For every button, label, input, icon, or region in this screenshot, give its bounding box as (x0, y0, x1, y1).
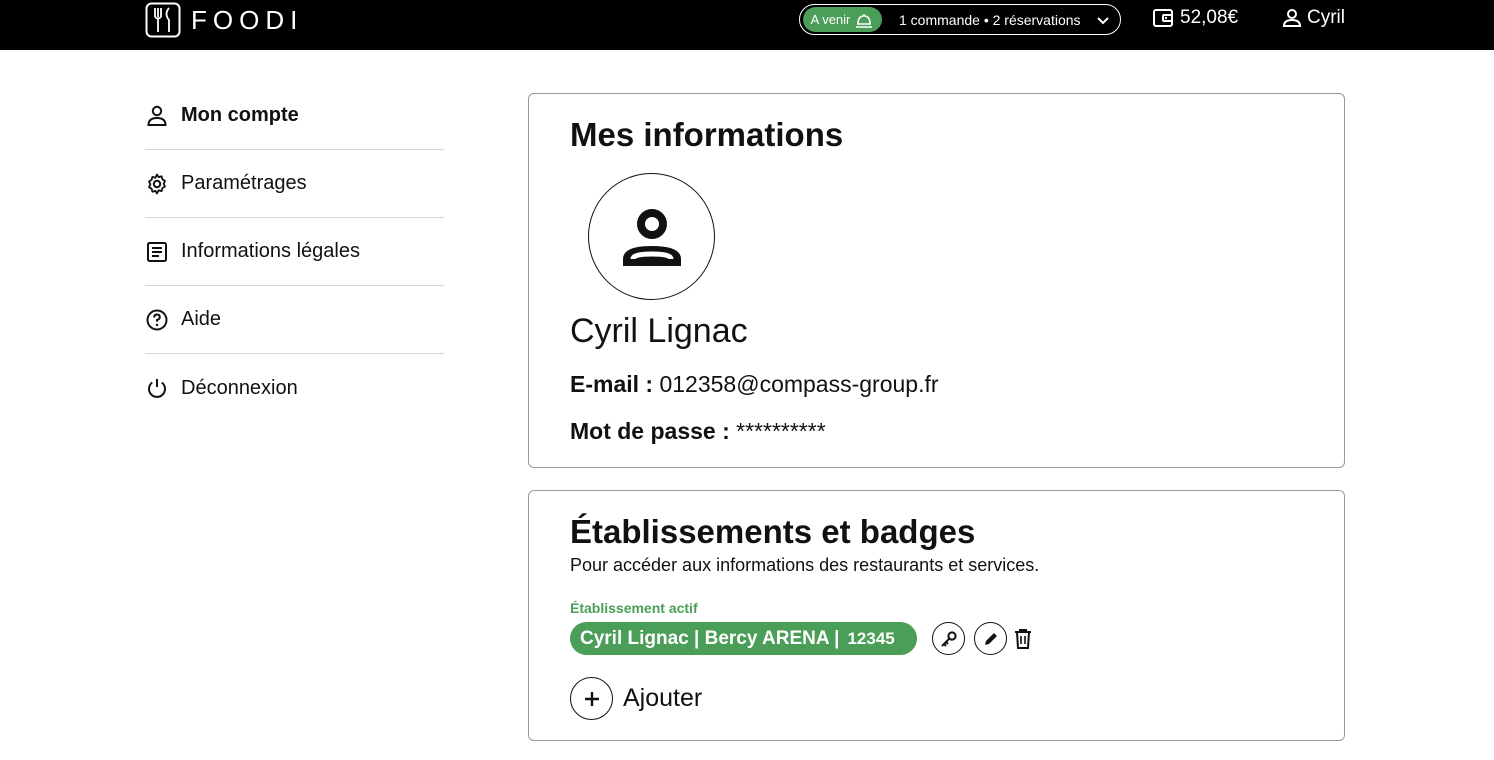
upcoming-dropdown[interactable]: A venir 1 commande • 2 réservations (799, 4, 1121, 35)
wallet-amount: 52,08€ (1180, 7, 1239, 28)
password-label: Mot de passe : (570, 418, 730, 444)
top-bar: FOODI A venir 1 commande • 2 réservation… (0, 0, 1494, 50)
establishments-card: Établissements et badges Pour accéder au… (528, 490, 1345, 741)
person-icon (147, 105, 167, 126)
logo-text: FOODI (191, 4, 304, 35)
document-icon (147, 241, 167, 262)
badge-key-button[interactable] (932, 622, 965, 655)
active-establishment-badge[interactable]: Cyril Lignac | Bercy ARENA | 12345 (570, 622, 917, 655)
pencil-icon (984, 632, 997, 645)
help-icon (146, 309, 168, 330)
sidebar-item-label: Déconnexion (181, 376, 298, 399)
sidebar-item-parametrages[interactable]: Paramétrages (145, 150, 444, 218)
upcoming-summary: 1 commande • 2 réservations (899, 11, 1081, 28)
add-establishment-button[interactable]: Ajouter (570, 677, 702, 720)
edit-establishment-button[interactable] (974, 622, 1007, 655)
plus-circle (570, 677, 613, 720)
cutlery-logo-icon (145, 2, 181, 38)
avatar[interactable] (588, 173, 715, 300)
active-establishment-label: Établissement actif (570, 600, 698, 616)
gear-icon (148, 173, 166, 194)
person-icon (1282, 9, 1302, 27)
person-avatar-icon (622, 208, 681, 266)
establishments-title: Établissements et badges (570, 513, 976, 550)
foodi-logo[interactable]: FOODI (145, 2, 303, 38)
email-row: E-mail : 012358@compass-group.fr (570, 371, 939, 398)
sidebar-item-label: Mon compte (181, 104, 299, 126)
wallet-icon (1153, 9, 1173, 27)
key-icon (940, 630, 957, 647)
trash-icon[interactable] (1012, 627, 1034, 651)
sidebar-item-mon-compte[interactable]: Mon compte (145, 82, 444, 150)
establishment-name: Cyril Lignac | Bercy ARENA | (580, 627, 840, 649)
power-icon (148, 379, 166, 398)
sidebar-item-aide[interactable]: Aide (145, 286, 444, 354)
wallet-balance[interactable]: 52,08€ (1152, 7, 1238, 29)
profile-card: Mes informations Cyril Lignac E-mail : 0… (528, 93, 1345, 468)
sidebar-item-informations-legales[interactable]: Informations légales (145, 218, 444, 286)
password-value: ********** (736, 418, 826, 444)
sidebar-item-deconnexion[interactable]: Déconnexion (145, 354, 444, 422)
password-row: Mot de passe : ********** (570, 418, 826, 445)
email-label: E-mail : (570, 371, 654, 397)
establishments-subtitle: Pour accéder aux informations des restau… (570, 555, 1040, 575)
user-name: Cyril (1307, 7, 1345, 28)
chevron-down-icon (1097, 17, 1109, 25)
sidebar-item-label: Aide (181, 308, 222, 330)
cloche-icon (856, 13, 873, 28)
establishment-code: 12345 (847, 628, 895, 648)
add-label: Ajouter (623, 684, 703, 712)
account-sidebar: Mon compte Paramétrages Informations lég… (145, 82, 444, 422)
profile-title: Mes informations (570, 116, 844, 153)
plus-icon (584, 691, 599, 706)
user-menu[interactable]: Cyril (1281, 7, 1345, 29)
upcoming-badge: A venir (803, 7, 882, 32)
email-value: 012358@compass-group.fr (659, 371, 939, 397)
sidebar-item-label: Paramétrages (181, 172, 307, 194)
sidebar-item-label: Informations légales (181, 240, 360, 262)
upcoming-label: A venir (810, 12, 851, 27)
full-name: Cyril Lignac (570, 312, 748, 350)
